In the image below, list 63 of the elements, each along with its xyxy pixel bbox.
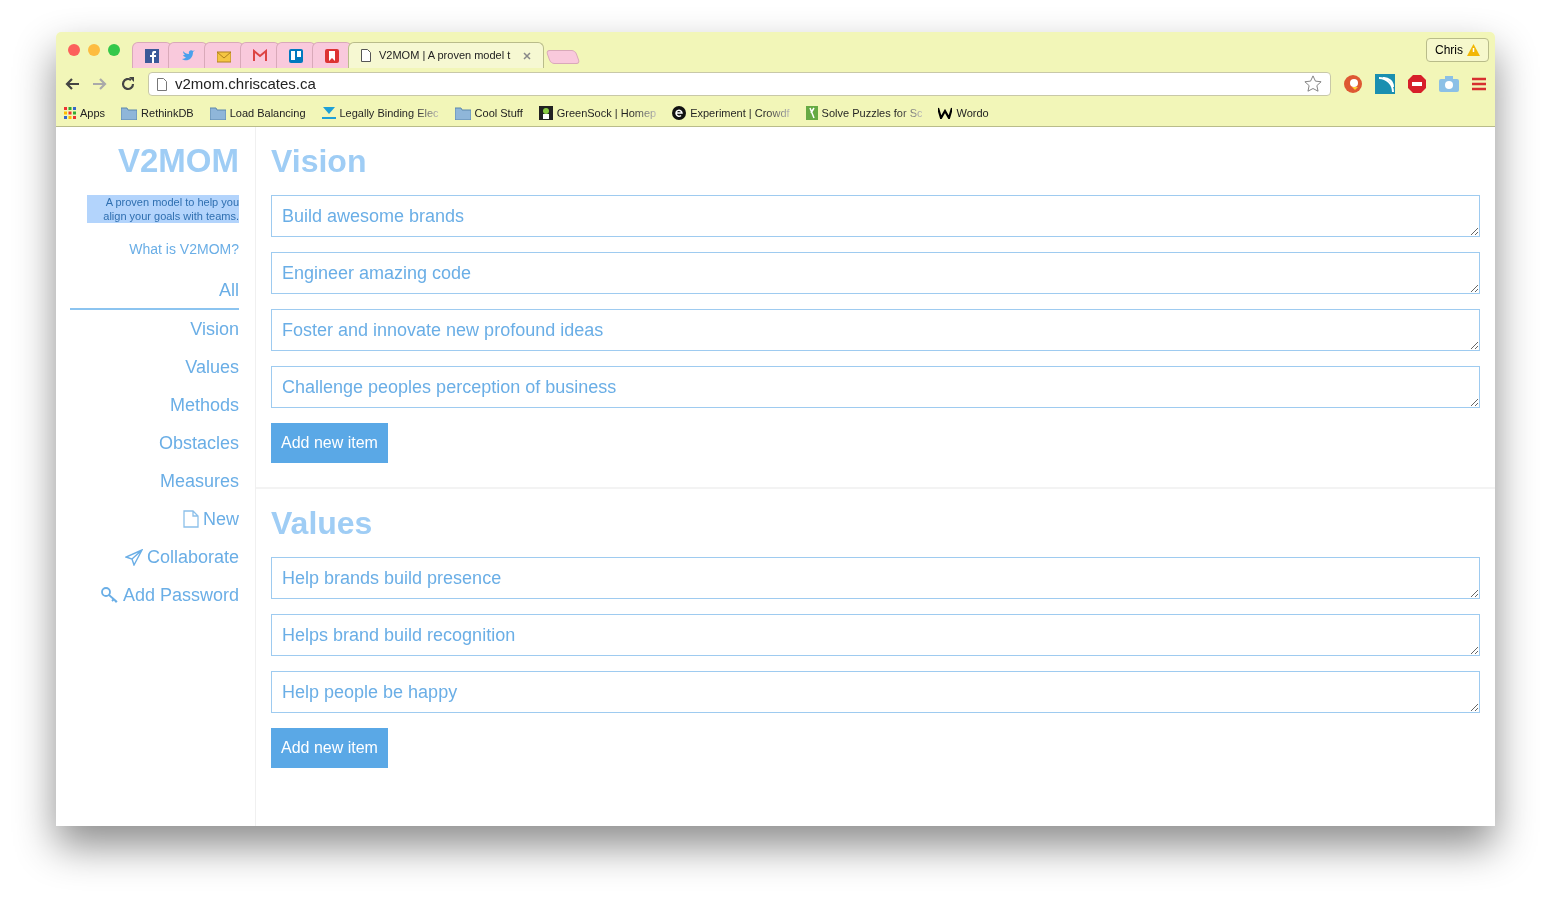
warning-icon — [1467, 44, 1480, 56]
item-field[interactable]: Challenge peoples perception of business — [271, 366, 1480, 408]
nav-link[interactable]: All — [70, 272, 239, 310]
address-field[interactable]: v2mom.chriscates.ca — [148, 72, 1331, 96]
paper-plane-icon — [124, 548, 143, 566]
facebook-icon — [145, 48, 159, 63]
zoom-window-button[interactable] — [108, 44, 120, 56]
item-field[interactable]: Engineer amazing code — [271, 252, 1480, 294]
page-icon — [157, 77, 167, 91]
item-field[interactable]: Help people be happy — [271, 671, 1480, 713]
add-item-button[interactable]: Add new item — [271, 423, 388, 463]
item-field[interactable]: Build awesome brands — [271, 195, 1480, 237]
bookmark-link[interactable]: Apps — [64, 104, 106, 122]
add-item-button[interactable]: Add new item — [271, 728, 388, 768]
document-icon — [183, 510, 199, 528]
download-icon — [321, 106, 336, 120]
close-window-button[interactable] — [68, 44, 80, 56]
bookmark-link[interactable]: Wordo — [938, 104, 989, 122]
nav-link[interactable]: Methods — [169, 386, 239, 424]
camera-icon[interactable] — [1439, 76, 1459, 92]
about-link[interactable]: What is V2MOM? — [129, 239, 239, 260]
bookmark-icon — [325, 48, 339, 63]
folder-icon — [454, 106, 471, 120]
nav-link[interactable]: Vision — [190, 310, 239, 348]
nav-link[interactable]: Measures — [159, 462, 239, 500]
action-link[interactable]: New — [183, 500, 239, 538]
bookmark-link[interactable]: RethinkDB — [121, 104, 194, 122]
bookmark-star-icon[interactable] — [1304, 75, 1322, 93]
item-field[interactable]: Foster and innovate new profound ideas — [271, 309, 1480, 351]
bookmark-link[interactable]: Cool Stuff — [454, 104, 523, 122]
menu-icon[interactable] — [1471, 77, 1487, 91]
nav-link[interactable]: Values — [185, 348, 239, 386]
back-icon[interactable] — [64, 77, 80, 91]
letter-e-icon — [672, 106, 687, 120]
bookmark-link[interactable]: Load Balancing — [209, 104, 306, 122]
action-link[interactable]: Collaborate — [124, 538, 239, 576]
action-link[interactable]: Add Password — [100, 576, 239, 614]
ribbon-icon — [805, 106, 818, 120]
wave-icon[interactable] — [1375, 74, 1395, 94]
item-field[interactable]: Help brands build presence — [271, 557, 1480, 599]
folder-icon — [209, 106, 226, 120]
folder-icon — [121, 106, 138, 120]
envelope-icon — [217, 48, 231, 63]
adblock-icon[interactable] — [1407, 74, 1427, 94]
browser-tab[interactable]: V2MOM | A proven model t — [348, 42, 544, 68]
apps-grid-icon — [64, 107, 76, 119]
profile-button[interactable]: Chris — [1426, 38, 1489, 62]
reload-icon[interactable] — [120, 76, 136, 92]
bird-icon — [181, 48, 195, 63]
page-icon — [361, 49, 371, 62]
item-field[interactable]: Helps brand build recognition — [271, 614, 1480, 656]
new-tab-button[interactable] — [545, 50, 581, 64]
section-heading: Vision — [271, 142, 368, 181]
nav-link[interactable]: Obstacles — [158, 424, 239, 462]
tagline: A proven model to help you align your goals with teams. — [87, 195, 239, 223]
forward-icon[interactable] — [92, 77, 108, 91]
close-tab-icon[interactable] — [523, 51, 531, 60]
key-icon — [100, 587, 119, 603]
section-heading: Values — [271, 504, 374, 543]
mail-m-icon — [253, 48, 267, 63]
site-title: V2MOM — [118, 141, 239, 181]
letter-w-icon — [938, 107, 953, 119]
board-icon — [289, 48, 303, 63]
